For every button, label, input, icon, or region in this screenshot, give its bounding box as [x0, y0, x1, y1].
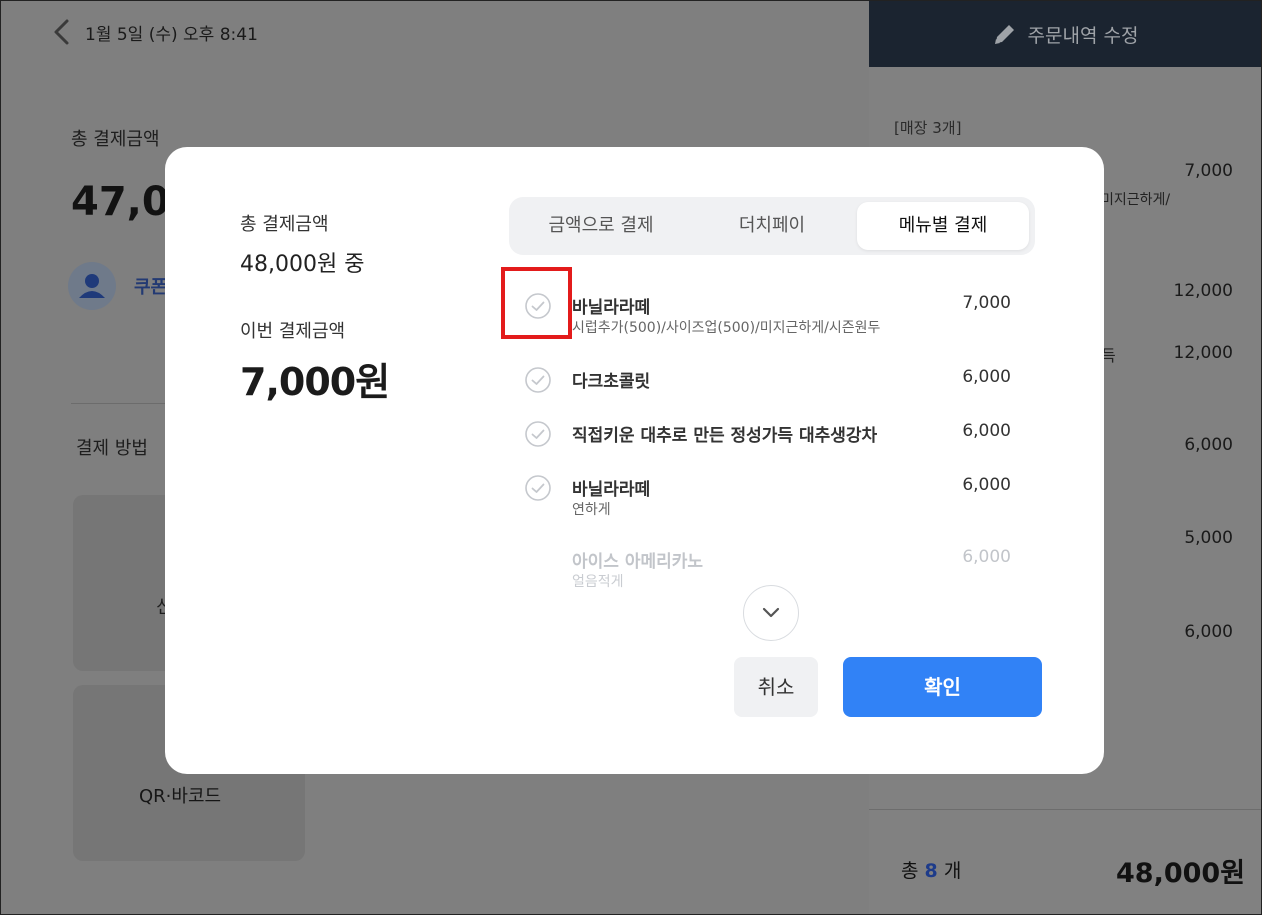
- grand-total: 48,000원: [1116, 858, 1246, 889]
- order-item-price: 5,000: [1184, 528, 1233, 548]
- qr-barcode-label: QR·바코드: [139, 786, 222, 807]
- pencil-icon: [994, 25, 1014, 44]
- modal-total-value: 48,000원 중: [240, 252, 365, 277]
- menu-item-name: 바닐라라떼: [572, 298, 651, 318]
- menu-item-options: 연하게: [572, 502, 611, 518]
- this-payment-label: 이번 결제금액: [240, 321, 346, 342]
- edit-order-header[interactable]: 주문내역 수정: [869, 1, 1261, 67]
- menu-item-price: 7,000: [962, 293, 1011, 313]
- menu-item-price: 6,000: [962, 421, 1011, 441]
- order-item-options: 미지근하게/: [1101, 192, 1171, 208]
- menu-item-name: 아이스 아메리카노: [572, 552, 704, 572]
- order-item-price: 7,000: [1184, 161, 1233, 181]
- split-payment-modal: 총 결제금액 48,000원 중 이번 결제금액 7,000원 금액으로 결제 …: [165, 147, 1104, 774]
- scroll-down-button[interactable]: [743, 585, 799, 641]
- check-circle-icon[interactable]: [525, 475, 551, 501]
- menu-item-price: 6,000: [962, 367, 1011, 387]
- screen: 1월 5일 (수) 오후 8:41 총 결제금액 47,00 쿠폰 결제 방법 …: [0, 0, 1262, 915]
- background-total-label: 총 결제금액: [71, 129, 160, 150]
- menu-item-options: 얼음적게: [572, 574, 624, 590]
- order-item-price: 12,000: [1173, 281, 1233, 301]
- menu-item-row[interactable]: 다크초콜릿 6,000: [525, 367, 1015, 393]
- check-circle-icon[interactable]: [525, 367, 551, 393]
- cancel-button[interactable]: 취소: [734, 657, 818, 717]
- back-arrow-icon[interactable]: [51, 18, 73, 46]
- menu-item-price: 6,000: [962, 547, 1011, 567]
- item-count-suffix: 개: [943, 860, 962, 882]
- edit-order-label: 주문내역 수정: [1027, 24, 1139, 47]
- menu-item-row[interactable]: 바닐라라떼 시럽추가(500)/사이즈업(500)/미지근하게/시즌원두 7,0…: [525, 293, 1015, 337]
- menu-item-row[interactable]: 바닐라라떼 연하게 6,000: [525, 475, 1015, 519]
- order-item-price: 6,000: [1184, 435, 1233, 455]
- order-datetime: 1월 5일 (수) 오후 8:41: [85, 25, 258, 45]
- item-count-value: 8: [924, 860, 938, 882]
- menu-item-name: 바닐라라떼: [572, 480, 651, 500]
- order-item-price: 6,000: [1184, 622, 1233, 642]
- menu-item-options: 시럽추가(500)/사이즈업(500)/미지근하게/시즌원두: [572, 320, 881, 336]
- highlight-box: [501, 267, 572, 339]
- store-label: [매장 3개]: [894, 119, 962, 137]
- item-count: 총 8 개: [901, 856, 961, 883]
- item-count-prefix: 총: [901, 860, 919, 882]
- menu-item-row[interactable]: 직접키운 대추로 만든 정성가득 대추생강차 6,000: [525, 421, 1015, 447]
- payment-mode-tabs: 금액으로 결제 더치페이 메뉴별 결제: [509, 197, 1035, 255]
- divider: [869, 809, 1261, 810]
- confirm-button[interactable]: 확인: [843, 657, 1042, 717]
- tab-pay-by-amount[interactable]: 금액으로 결제: [515, 202, 687, 250]
- user-icon: [68, 262, 116, 310]
- menu-item-price: 6,000: [962, 475, 1011, 495]
- menu-item-name: 다크초콜릿: [572, 372, 651, 392]
- this-payment-value: 7,000원: [240, 360, 390, 404]
- modal-total-label: 총 결제금액: [240, 214, 329, 235]
- payment-method-label: 결제 방법: [76, 438, 148, 459]
- menu-item-name: 직접키운 대추로 만든 정성가득 대추생강차: [572, 426, 878, 446]
- tab-pay-by-menu[interactable]: 메뉴별 결제: [857, 202, 1029, 250]
- chevron-down-icon: [762, 607, 780, 618]
- order-item-price: 12,000: [1173, 343, 1233, 363]
- coupon-label[interactable]: 쿠폰: [134, 273, 167, 299]
- tab-dutch-pay[interactable]: 더치페이: [687, 202, 857, 250]
- check-circle-icon[interactable]: [525, 421, 551, 447]
